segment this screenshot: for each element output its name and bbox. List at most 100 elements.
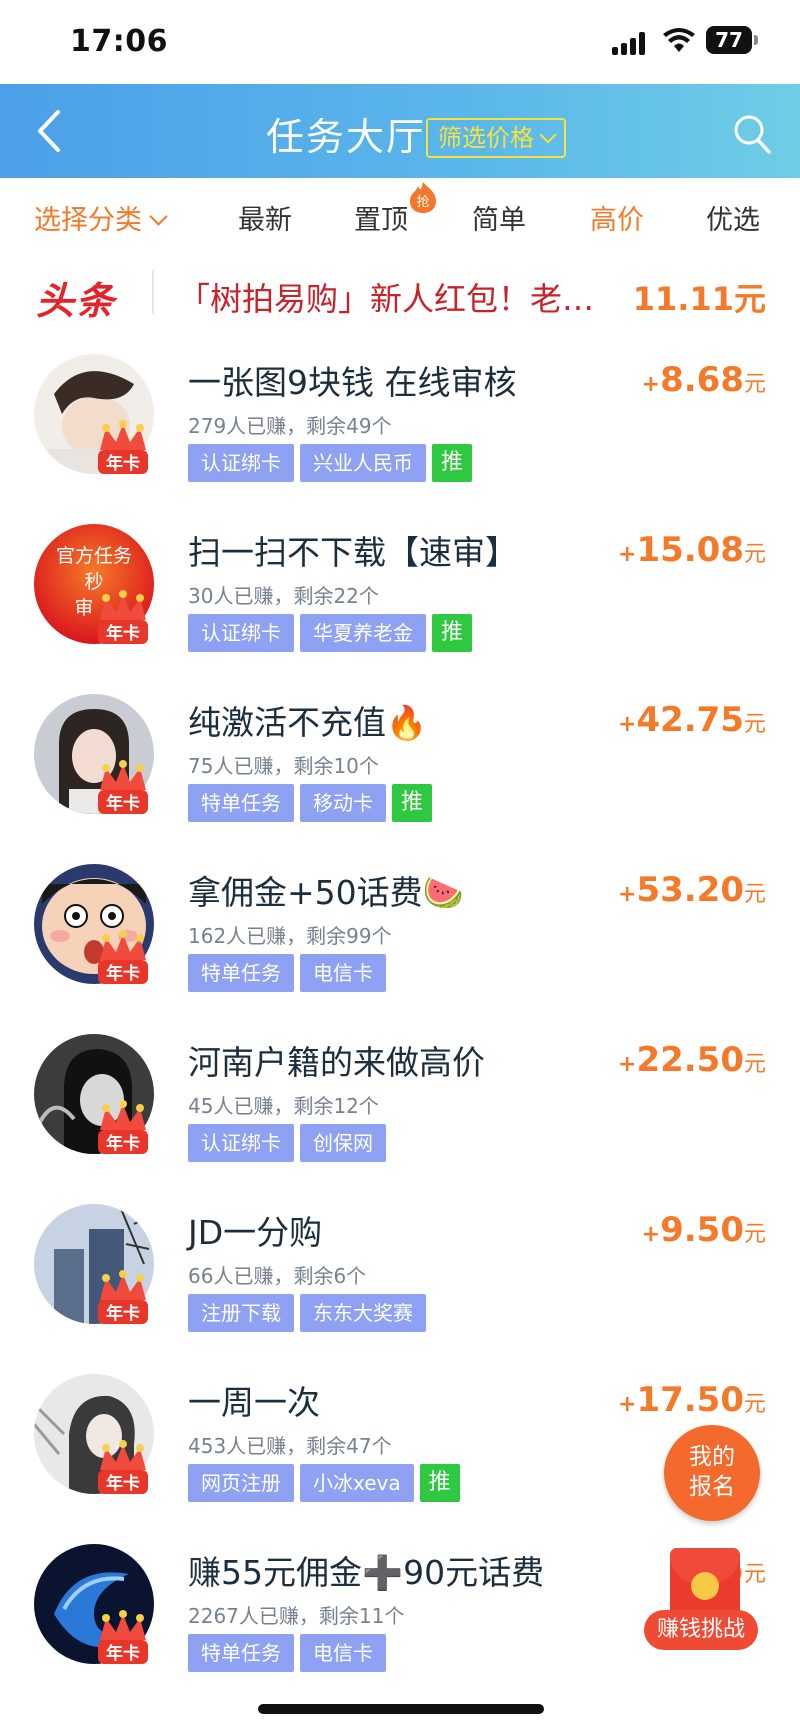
tab-select-category[interactable]: 选择分类 [34, 198, 168, 237]
headline-divider [152, 270, 154, 314]
battery-indicator: 77 [706, 26, 752, 54]
headline-price: 11.11元 [632, 280, 766, 318]
task-tags: 网页注册 小冰xeva 推 [188, 1464, 466, 1502]
reward-unit: 元 [743, 1222, 766, 1247]
task-item[interactable]: 年卡 拿佣金+50话费🍉 162人已赚，剩余99个 特单任务 电信卡 +53.20… [0, 854, 800, 1024]
recommend-badge: 推 [392, 784, 433, 822]
reward-unit: 元 [743, 882, 766, 907]
page-title: 任务大厅 [266, 115, 427, 159]
annual-card-crown-icon: 年卡 [98, 590, 148, 644]
battery-tip [754, 35, 758, 45]
svg-text:审: 审 [74, 597, 93, 619]
task-tag: 网页注册 [188, 1464, 294, 1502]
status-time: 17:06 [70, 24, 168, 59]
recommend-badge: 推 [432, 614, 473, 652]
signal-icon [612, 31, 648, 55]
task-title: 一周一次 [188, 1383, 320, 1422]
task-tag: 特单任务 [188, 1634, 294, 1672]
annual-card-crown-icon: 年卡 [98, 1440, 148, 1494]
task-tags: 特单任务 移动卡推 [188, 784, 438, 822]
task-tags: 特单任务 电信卡 [188, 1634, 392, 1672]
reward-amount: 17.50 [636, 1380, 744, 1420]
annual-card-crown-icon: 年卡 [98, 760, 148, 814]
chevron-down-icon [149, 207, 168, 226]
tab-high-price[interactable]: 高价 [590, 198, 644, 237]
task-title: 纯激活不充值🔥 [188, 703, 428, 742]
tab-latest[interactable]: 最新 [238, 198, 292, 237]
task-stats: 75人已赚，剩余10个 [188, 754, 379, 778]
task-stats: 279人已赚，剩余49个 [188, 414, 392, 438]
task-tag: 电信卡 [300, 1634, 386, 1672]
tab-label: 选择分类 [34, 205, 142, 236]
earn-challenge-button[interactable]: 赚钱挑战 [644, 1548, 764, 1660]
reward-plus: + [618, 1392, 637, 1417]
annual-card-crown-icon: 年卡 [98, 1100, 148, 1154]
task-stats: 66人已赚，剩余6个 [188, 1264, 367, 1288]
task-tag: 兴业人民币 [300, 444, 426, 482]
annual-card-label: 年卡 [106, 1133, 140, 1154]
home-indicator [258, 1704, 544, 1714]
annual-card-crown-icon: 年卡 [98, 420, 148, 474]
reward-amount: 53.20 [636, 870, 744, 910]
earn-challenge-label: 赚钱挑战 [644, 1610, 758, 1650]
task-stats: 45人已赚，剩余12个 [188, 1094, 379, 1118]
task-stats: 453人已赚，剩余47个 [188, 1434, 392, 1458]
headline-tag: 头条 [36, 279, 117, 323]
tab-pinned[interactable]: 置顶 [354, 198, 408, 237]
reward-plus: + [618, 882, 637, 907]
task-tag: 特单任务 [188, 784, 294, 822]
task-tags: 注册下载 东东大奖赛 [188, 1294, 432, 1332]
filter-price-label: 筛选价格 [438, 124, 534, 152]
task-tag: 创保网 [300, 1124, 386, 1162]
my-registration-line1: 我的 [689, 1444, 735, 1470]
recommend-badge: 推 [419, 1464, 460, 1502]
task-item[interactable]: 官方任务 秒 审 年卡 扫一扫不下载【速审】 30人已赚，剩余22个 认证绑卡华… [0, 514, 800, 684]
annual-card-label: 年卡 [106, 1473, 140, 1494]
task-tag: 东东大奖赛 [300, 1294, 426, 1332]
task-title: 赚55元佣金➕90元话费 [188, 1553, 545, 1592]
reward-plus: + [618, 542, 637, 567]
my-registration-button[interactable]: 我的 报名 [664, 1425, 760, 1521]
back-arrow-icon[interactable] [30, 106, 74, 156]
annual-card-crown-icon: 年卡 [98, 930, 148, 984]
task-title: 河南户籍的来做高价 [188, 1043, 485, 1082]
task-reward: +8.68元 [642, 360, 766, 400]
task-title: 拿佣金+50话费🍉 [188, 873, 464, 912]
reward-amount: 15.08 [636, 530, 744, 570]
wifi-icon [663, 28, 695, 52]
app-header: 任务大厅 筛选价格 [0, 84, 800, 178]
hot-badge-text: 抢 [416, 194, 429, 210]
reward-amount: 8.68 [660, 360, 744, 400]
task-item[interactable]: 年卡 一张图9块钱 在线审核 279人已赚，剩余49个 认证绑卡 兴业人民币推 +… [0, 344, 800, 514]
task-tags: 认证绑卡 华夏养老金推 [188, 614, 478, 652]
reward-unit: 元 [743, 712, 766, 737]
task-item[interactable]: 年卡 纯激活不充值🔥 75人已赚，剩余10个 特单任务 移动卡推 +42.75元 [0, 684, 800, 854]
hot-badge-icon: 抢 [410, 182, 436, 213]
task-title: 扫一扫不下载【速审】 [188, 533, 518, 572]
task-tag: 认证绑卡 [188, 1124, 294, 1162]
search-icon[interactable] [732, 112, 772, 156]
task-item[interactable]: 年卡 河南户籍的来做高价 45人已赚，剩余12个 认证绑卡 创保网 +22.50元 [0, 1024, 800, 1194]
tab-featured[interactable]: 优选 [706, 198, 760, 237]
tab-simple[interactable]: 简单 [472, 198, 526, 237]
task-tag: 小冰xeva [300, 1464, 414, 1502]
reward-plus: + [641, 1222, 661, 1247]
recommend-badge: 推 [432, 444, 473, 482]
task-title: JD一分购 [188, 1213, 323, 1252]
task-stats: 2267人已赚，剩余11个 [188, 1604, 405, 1628]
task-reward: +9.50元 [642, 1210, 766, 1250]
reward-unit: 元 [743, 1392, 766, 1417]
task-tags: 特单任务 电信卡 [188, 954, 392, 992]
annual-card-label: 年卡 [106, 1643, 140, 1664]
task-tag: 特单任务 [188, 954, 294, 992]
filter-price-button[interactable]: 筛选价格 [426, 118, 566, 158]
task-tag: 认证绑卡 [188, 614, 294, 652]
annual-card-label: 年卡 [106, 793, 140, 814]
task-reward: +17.50元 [618, 1380, 766, 1420]
headline-banner[interactable]: 头条 「树拍易购」新人红包！老… 11.11元 [0, 254, 800, 334]
headline-text: 「树拍易购」新人红包！老… [178, 280, 595, 318]
status-bar: 17:06 77 [0, 0, 800, 84]
category-tabs: 选择分类 最新 置顶 简单 高价 优选 [0, 178, 800, 254]
task-item[interactable]: 年卡 JD一分购 66人已赚，剩余6个 注册下载 东东大奖赛 +9.50元 [0, 1194, 800, 1364]
task-tag: 华夏养老金 [300, 614, 426, 652]
